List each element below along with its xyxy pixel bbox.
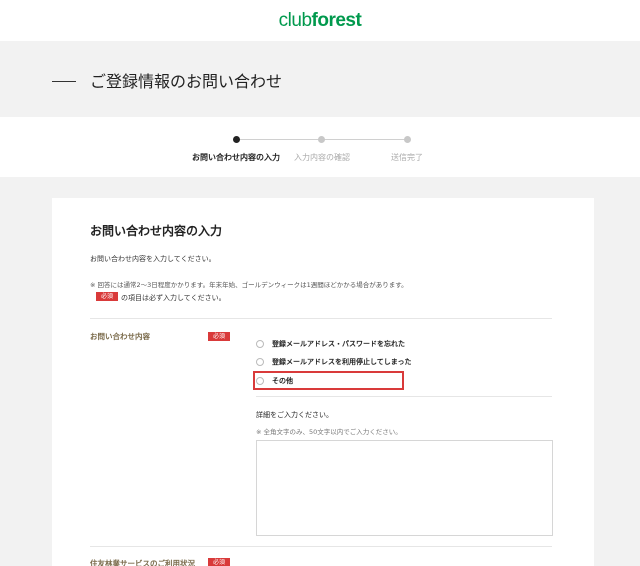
response-time-note: ※ 回答には通常2〜3日程度かかります。年末年始、ゴールデンウィークは1週間ほど… — [90, 281, 408, 289]
step-dot-input — [233, 136, 240, 143]
detail-hint: ※ 全角文字のみ、50文字以内でご入力ください。 — [256, 428, 402, 436]
site-header: clubforest — [0, 0, 640, 41]
step-track-2 — [322, 139, 408, 140]
detail-textarea[interactable] — [256, 440, 553, 536]
inquiry-field-label: お問い合わせ内容 — [90, 332, 150, 341]
step-label-input: お問い合わせ内容の入力 — [192, 153, 280, 162]
service-usage-required-badge: 必須 — [208, 558, 231, 566]
detail-label: 詳細をご入力ください。 — [256, 411, 333, 419]
radio-circle[interactable] — [256, 340, 264, 348]
clubforest-logo[interactable]: clubforest — [279, 11, 362, 30]
radio-option-forgot-credentials[interactable]: 登録メールアドレス・パスワードを忘れた — [256, 338, 405, 350]
form-intro-text: お問い合わせ内容を入力してください。 — [90, 255, 216, 263]
other-option-highlight — [253, 371, 404, 390]
progress-steps — [0, 117, 640, 177]
inquiry-required-badge: 必須 — [208, 332, 231, 341]
step-dot-confirm — [318, 136, 325, 143]
step-dot-complete — [404, 136, 411, 143]
required-badge-legend: 必須 — [96, 292, 119, 301]
required-legend-text: の項目は必ず入力してください。 — [121, 294, 226, 302]
divider-bottom — [90, 546, 552, 547]
radio-option-email-suspended[interactable]: 登録メールアドレスを利用停止してしまった — [256, 356, 412, 368]
page-title: ご登録情報のお問い合わせ — [90, 72, 283, 91]
step-track-1 — [236, 139, 322, 140]
radio-circle[interactable] — [256, 358, 264, 366]
divider-options — [256, 396, 552, 397]
step-label-confirm: 入力内容の確認 — [294, 153, 350, 162]
form-section-title: お問い合わせ内容の入力 — [90, 224, 223, 238]
service-usage-field-label: 住友林業サービスのご利用状況 — [90, 559, 195, 566]
title-decoration-line — [52, 81, 76, 82]
step-label-complete: 送信完了 — [391, 153, 423, 162]
divider-top — [90, 318, 552, 319]
